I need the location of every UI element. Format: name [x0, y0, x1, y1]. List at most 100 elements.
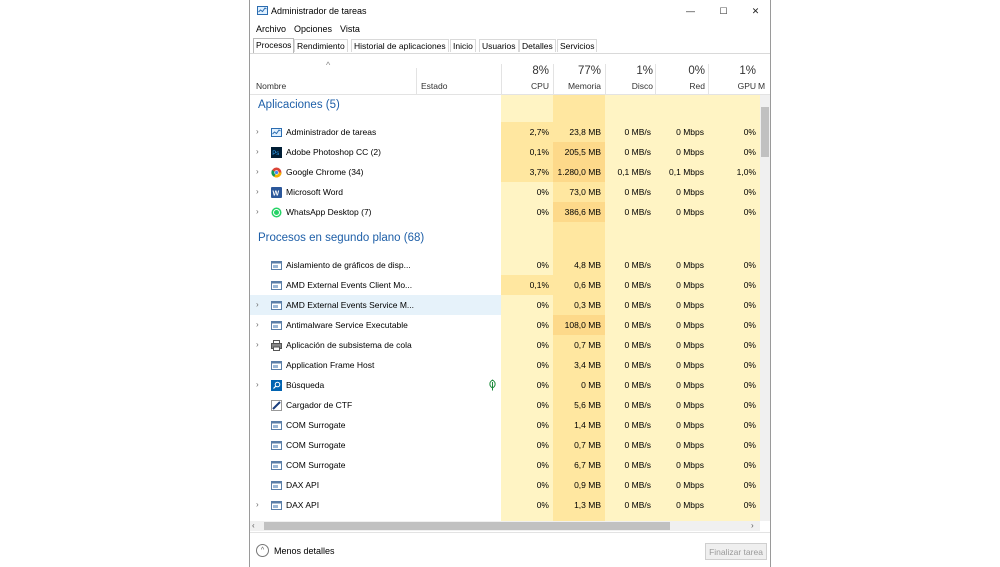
- chevron-right-icon[interactable]: ›: [256, 320, 259, 329]
- chevron-right-icon[interactable]: ›: [256, 380, 259, 389]
- close-button[interactable]: ✕: [739, 0, 770, 22]
- process-row[interactable]: › AMD External Events Service M... 0% 0,3 M…: [250, 295, 760, 315]
- header-divider: [605, 64, 606, 94]
- cell-cpu: 0%: [536, 300, 549, 310]
- horizontal-scroll-thumb[interactable]: [264, 522, 670, 530]
- horizontal-scrollbar[interactable]: ‹ ›: [250, 521, 760, 531]
- header-status[interactable]: Estado: [421, 81, 447, 91]
- header-gpu-pct[interactable]: 1%: [708, 65, 756, 77]
- cell-gpu: 0%: [743, 460, 756, 470]
- process-row[interactable]: › WhatsApp Desktop (7) 0% 386,6 MB 0 MB/s 0 M…: [250, 202, 760, 222]
- cell-mem: 23,8 MB: [569, 127, 601, 137]
- cell-gpu: 0%: [743, 340, 756, 350]
- process-row[interactable]: › Ps Adobe Photoshop CC (2) 0,1% 205,5 MB 0 M…: [250, 142, 760, 162]
- process-row[interactable]: › Administrador de tareas 2,7% 23,8 MB 0 MB/…: [250, 122, 760, 142]
- process-row[interactable]: › Google Chrome (34) 3,7% 1.280,0 MB 0,1 MB/…: [250, 162, 760, 182]
- cell-gpu: 0%: [743, 400, 756, 410]
- cell-disk: 0 MB/s: [624, 400, 651, 410]
- header-net[interactable]: Red: [655, 81, 705, 91]
- process-row[interactable]: Aislamiento de gráficos de disp... 0% 4,8 …: [250, 255, 760, 275]
- close-icon: ✕: [751, 5, 760, 16]
- less-details-button[interactable]: ^ Menos detalles: [256, 544, 335, 557]
- svg-text:W: W: [273, 191, 280, 198]
- cell-disk: 0 MB/s: [624, 260, 651, 270]
- cell-mem: 6,7 MB: [574, 460, 601, 470]
- cell-mem: 0,7 MB: [574, 440, 601, 450]
- cell-cpu: 0,1%: [501, 275, 553, 295]
- cell-net: 0 Mbps: [676, 380, 704, 390]
- process-row[interactable]: Cargador de CTF 0% 5,6 MB 0 MB/s 0 Mbps 0%: [250, 395, 760, 415]
- tab-inicio[interactable]: Inicio: [450, 39, 476, 52]
- group-label: Procesos en segundo plano (68): [258, 232, 425, 244]
- header-net-pct[interactable]: 0%: [655, 65, 705, 77]
- cell-gpu: 0%: [743, 280, 756, 290]
- tab-procesos[interactable]: Procesos: [253, 38, 295, 53]
- cell-cpu: 0%: [536, 187, 549, 197]
- chevron-right-icon[interactable]: ›: [256, 167, 259, 176]
- cell-disk: 0 MB/s: [624, 480, 651, 490]
- process-list[interactable]: Aplicaciones (5) › Administrador de tareas…: [250, 95, 760, 521]
- process-row[interactable]: › Aplicación de subsistema de cola 0% 0,7 M…: [250, 335, 760, 355]
- process-row[interactable]: DAX API 0% 0,9 MB 0 MB/s 0 Mbps 0%: [250, 475, 760, 495]
- chevron-right-icon[interactable]: ›: [256, 187, 259, 196]
- process-name: COM Surrogate: [286, 440, 346, 450]
- chevron-right-icon[interactable]: ›: [256, 340, 259, 349]
- tab-historial[interactable]: Historial de aplicaciones: [351, 39, 449, 52]
- menu-vista[interactable]: Vista: [340, 24, 360, 34]
- cell-net: 0 Mbps: [676, 147, 704, 157]
- process-row[interactable]: › DAX API 0% 1,3 MB 0 MB/s 0 Mbps 0%: [250, 495, 760, 515]
- minimize-button[interactable]: —: [674, 0, 707, 22]
- header-cpu[interactable]: CPU: [501, 81, 549, 91]
- end-task-button[interactable]: Finalizar tarea: [705, 543, 767, 560]
- process-row[interactable]: › Antimalware Service Executable 0% 108,0 M…: [250, 315, 760, 335]
- header-more[interactable]: M: [758, 81, 770, 91]
- tab-usuarios[interactable]: Usuarios: [479, 39, 519, 52]
- vertical-scrollbar[interactable]: [760, 95, 770, 521]
- cell-disk: 0 MB/s: [624, 380, 651, 390]
- chevron-right-icon[interactable]: ›: [256, 127, 259, 136]
- header-cpu-pct[interactable]: 8%: [501, 65, 549, 77]
- cell-mem: 5,6 MB: [574, 400, 601, 410]
- process-row[interactable]: COM Surrogate 0% 6,7 MB 0 MB/s 0 Mbps 0%: [250, 455, 760, 475]
- cell-gpu: 0%: [743, 480, 756, 490]
- tab-rendimiento[interactable]: Rendimiento: [294, 39, 348, 52]
- maximize-button[interactable]: ☐: [707, 0, 740, 22]
- chevron-right-icon[interactable]: ›: [256, 207, 259, 216]
- process-name: Antimalware Service Executable: [286, 320, 408, 330]
- process-row[interactable]: COM Surrogate 0% 1,4 MB 0 MB/s 0 Mbps 0%: [250, 415, 760, 435]
- header-mem[interactable]: Memoria: [553, 81, 601, 91]
- header-gpu[interactable]: GPU: [708, 81, 756, 91]
- cell-net: 0 Mbps: [676, 440, 704, 450]
- process-row[interactable]: Application Frame Host 0% 3,4 MB 0 MB/s 0 Mb…: [250, 355, 760, 375]
- group-header-background[interactable]: Procesos en segundo plano (68): [250, 228, 760, 248]
- chevron-right-icon[interactable]: ›: [256, 147, 259, 156]
- menu-archivo[interactable]: Archivo: [256, 24, 286, 34]
- tab-servicios[interactable]: Servicios: [557, 39, 598, 52]
- scroll-right-icon[interactable]: ›: [751, 521, 754, 530]
- cell-disk: 0 MB/s: [624, 300, 651, 310]
- header-disk[interactable]: Disco: [605, 81, 653, 91]
- chevron-right-icon[interactable]: ›: [256, 500, 259, 509]
- process-row[interactable]: AMD External Events Client Mo... 0,1% 0,6 …: [250, 275, 760, 295]
- header-name[interactable]: Nombre: [256, 81, 286, 91]
- suspended-leaf-icon: [488, 379, 497, 391]
- header-divider: [553, 64, 554, 94]
- group-header-apps[interactable]: Aplicaciones (5): [250, 95, 760, 115]
- tab-detalles[interactable]: Detalles: [519, 39, 556, 52]
- title-bar[interactable]: Administrador de tareas — ☐ ✕: [250, 0, 770, 22]
- scroll-left-icon[interactable]: ‹: [252, 521, 255, 530]
- process-row[interactable]: › W Microsoft Word 0% 73,0 MB 0 MB/s 0 Mbps 0%: [250, 182, 760, 202]
- header-mem-pct[interactable]: 77%: [553, 65, 601, 77]
- process-row[interactable]: › Búsqueda 0% 0 MB 0 MB/s 0 Mbps 0%: [250, 375, 760, 395]
- header-disk-pct[interactable]: 1%: [605, 65, 653, 77]
- menu-opciones[interactable]: Opciones: [294, 24, 332, 34]
- process-row[interactable]: COM Surrogate 0% 0,7 MB 0 MB/s 0 Mbps 0%: [250, 435, 760, 455]
- cell-mem: 1,4 MB: [574, 420, 601, 430]
- search-icon: [271, 380, 282, 391]
- process-icon: [271, 260, 282, 271]
- vertical-scroll-thumb[interactable]: [761, 107, 769, 157]
- process-icon: [271, 300, 282, 311]
- chevron-right-icon[interactable]: ›: [256, 300, 259, 309]
- chrome-icon: [271, 167, 282, 178]
- cell-net: 0 Mbps: [676, 360, 704, 370]
